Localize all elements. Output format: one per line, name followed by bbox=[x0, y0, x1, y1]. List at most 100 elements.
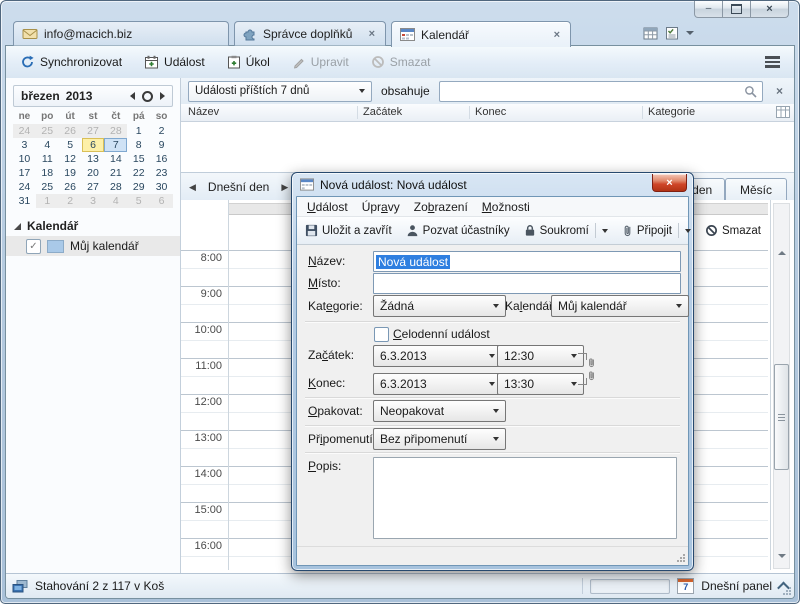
mini-calendar-day[interactable]: 2 bbox=[150, 124, 173, 138]
mini-calendar-day[interactable]: 13 bbox=[82, 152, 105, 166]
dialog-menu-item[interactable]: Úpravy bbox=[355, 198, 407, 216]
mini-calendar-day[interactable]: 5 bbox=[59, 138, 82, 152]
mini-calendar-day[interactable]: 4 bbox=[36, 138, 59, 152]
today-circle-icon[interactable] bbox=[142, 91, 153, 102]
attach-button[interactable]: Připojit bbox=[618, 221, 695, 240]
scrollbar-thumb[interactable] bbox=[774, 364, 789, 470]
category-select[interactable]: Žádná bbox=[373, 295, 506, 317]
tab-close-icon[interactable]: × bbox=[552, 29, 562, 41]
dialog-close-button[interactable]: × bbox=[652, 174, 687, 192]
column-header-end[interactable]: Konec bbox=[475, 106, 506, 118]
scroll-down-icon[interactable] bbox=[774, 549, 789, 563]
calendar-list-header[interactable]: Kalendář bbox=[14, 219, 78, 233]
app-menu-button[interactable] bbox=[759, 52, 786, 72]
maximize-button[interactable] bbox=[722, 1, 751, 18]
reminder-select[interactable]: Bez připomenutí bbox=[373, 428, 506, 450]
mini-calendar-day[interactable]: 3 bbox=[82, 194, 105, 208]
column-picker-icon[interactable] bbox=[776, 106, 790, 118]
end-date-select[interactable]: 6.3.2013 bbox=[373, 373, 502, 395]
mini-calendar-day[interactable]: 1 bbox=[127, 124, 150, 138]
mini-calendar-day[interactable]: 6 bbox=[150, 194, 173, 208]
mini-calendar-day[interactable]: 6 bbox=[82, 138, 105, 152]
mini-calendar-day[interactable]: 29 bbox=[127, 180, 150, 194]
dialog-resize-grip[interactable] bbox=[676, 553, 686, 563]
prev-month-icon[interactable] bbox=[130, 92, 135, 100]
mini-calendar-day[interactable]: 31 bbox=[13, 194, 36, 208]
clear-search-icon[interactable]: × bbox=[772, 84, 787, 98]
mini-calendar-day[interactable]: 25 bbox=[36, 180, 59, 194]
mini-calendar-day[interactable]: 12 bbox=[59, 152, 82, 166]
mini-calendar-day[interactable]: 10 bbox=[13, 152, 36, 166]
mini-calendar-day[interactable]: 16 bbox=[150, 152, 173, 166]
column-header-category[interactable]: Kategorie bbox=[648, 106, 695, 118]
mini-calendar-day[interactable]: 4 bbox=[104, 194, 127, 208]
dialog-menu-item[interactable]: Událost bbox=[300, 198, 355, 216]
mini-calendar-day[interactable]: 25 bbox=[36, 124, 59, 138]
search-input[interactable] bbox=[439, 81, 763, 102]
dialog-menu-item[interactable]: Možnosti bbox=[475, 198, 537, 216]
start-date-select[interactable]: 6.3.2013 bbox=[373, 345, 502, 367]
repeat-select[interactable]: Neopakovat bbox=[373, 400, 506, 422]
mini-calendar-day[interactable]: 28 bbox=[104, 180, 127, 194]
mini-calendar-day[interactable]: 5 bbox=[127, 194, 150, 208]
mini-calendar-day[interactable]: 27 bbox=[82, 124, 105, 138]
dialog-delete-button[interactable]: Smazat bbox=[701, 222, 765, 239]
mini-calendar-day[interactable]: 19 bbox=[59, 166, 82, 180]
new-task-button[interactable]: Úkol bbox=[221, 52, 276, 72]
mini-calendar-day[interactable]: 26 bbox=[59, 124, 82, 138]
chevron-down-icon[interactable] bbox=[686, 31, 694, 35]
mini-calendar-day[interactable]: 11 bbox=[36, 152, 59, 166]
delete-button[interactable]: Smazat bbox=[365, 52, 437, 72]
mini-calendar-day[interactable]: 26 bbox=[59, 180, 82, 194]
minimize-button[interactable]: – bbox=[694, 1, 723, 18]
start-time-select[interactable]: 12:30 bbox=[497, 345, 584, 367]
today-panel-label[interactable]: Dnešní panel bbox=[701, 579, 772, 593]
mini-calendar-day[interactable]: 3 bbox=[13, 138, 36, 152]
column-header-name[interactable]: Název bbox=[188, 106, 219, 118]
tab-mail-account[interactable]: info@macich.biz bbox=[13, 21, 229, 46]
open-calendar-tab-icon[interactable] bbox=[643, 26, 658, 40]
mini-calendar-day[interactable]: 20 bbox=[82, 166, 105, 180]
vertical-scrollbar[interactable] bbox=[773, 203, 790, 569]
tab-calendar[interactable]: Kalendář × bbox=[391, 21, 571, 47]
allday-checkbox[interactable] bbox=[374, 327, 389, 342]
resize-grip[interactable] bbox=[782, 586, 792, 596]
mini-calendar-day[interactable]: 1 bbox=[36, 194, 59, 208]
scroll-up-icon[interactable] bbox=[774, 246, 789, 260]
mini-calendar-day[interactable]: 30 bbox=[150, 180, 173, 194]
next-month-icon[interactable] bbox=[160, 92, 165, 100]
mini-calendar-day[interactable]: 23 bbox=[150, 166, 173, 180]
mini-calendar-day[interactable]: 7 bbox=[104, 138, 127, 152]
dialog-titlebar[interactable]: Nová událost: Nová událost bbox=[292, 173, 693, 196]
mini-calendar-day[interactable]: 24 bbox=[13, 124, 36, 138]
dialog-menu-item[interactable]: Zobrazení bbox=[407, 198, 475, 216]
today-label[interactable]: Dnešní den bbox=[208, 180, 269, 194]
next-day-icon[interactable]: ▶ bbox=[281, 182, 288, 193]
mini-calendar-day[interactable]: 27 bbox=[82, 180, 105, 194]
view-tab-month[interactable]: Měsíc bbox=[725, 178, 787, 202]
prev-day-icon[interactable]: ◀ bbox=[189, 182, 196, 193]
mini-calendar-day[interactable]: 21 bbox=[104, 166, 127, 180]
column-header-start[interactable]: Začátek bbox=[363, 106, 402, 118]
synchronize-button[interactable]: Synchronizovat bbox=[14, 52, 128, 72]
description-textarea[interactable] bbox=[373, 457, 677, 539]
chevron-down-icon[interactable] bbox=[685, 229, 691, 233]
link-times-icon[interactable] bbox=[578, 345, 596, 393]
open-tasks-tab-icon[interactable] bbox=[665, 26, 679, 40]
mini-calendar-day[interactable]: 28 bbox=[104, 124, 127, 138]
close-button[interactable]: × bbox=[750, 1, 789, 18]
tab-close-icon[interactable]: × bbox=[367, 28, 377, 40]
location-field[interactable] bbox=[373, 273, 681, 294]
calendar-list-item[interactable]: ✓ Můj kalendář bbox=[6, 236, 180, 256]
mini-calendar-day[interactable]: 2 bbox=[59, 194, 82, 208]
expander-icon[interactable] bbox=[14, 223, 21, 230]
mini-calendar-day[interactable]: 17 bbox=[13, 166, 36, 180]
name-field[interactable]: Nová událost bbox=[373, 251, 681, 272]
privacy-button[interactable]: Soukromí bbox=[520, 221, 612, 240]
mini-calendar-day[interactable]: 14 bbox=[104, 152, 127, 166]
mini-calendar-day[interactable]: 18 bbox=[36, 166, 59, 180]
event-list-body[interactable] bbox=[181, 122, 794, 172]
mini-calendar-day[interactable]: 22 bbox=[127, 166, 150, 180]
mini-calendar-day[interactable]: 24 bbox=[13, 180, 36, 194]
mini-calendar-day[interactable]: 9 bbox=[150, 138, 173, 152]
